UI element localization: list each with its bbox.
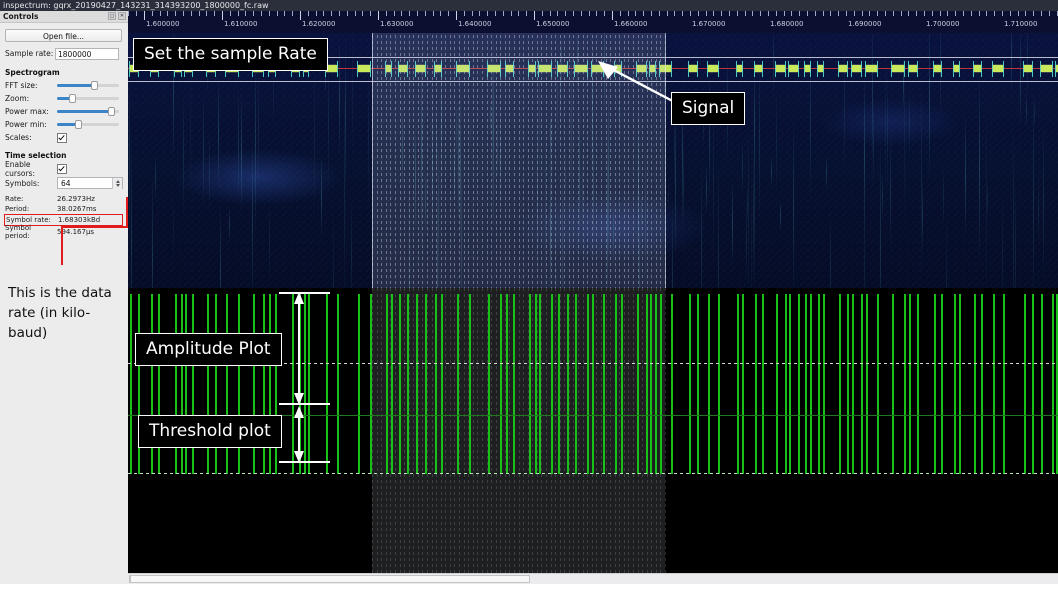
power-min-label: Power min: (5, 120, 47, 129)
spectrogram-section-header: Spectrogram (5, 68, 60, 77)
scales-label: Scales: (5, 133, 32, 142)
inspectrum-window: inspectrum: gqrx_20190427_143231_3143932… (0, 0, 1058, 595)
zoom-row: Zoom: (5, 93, 123, 104)
rate-label: Rate: (5, 195, 24, 203)
power-max-row: Power max: (5, 106, 123, 117)
symbols-stepper-arrows[interactable] (112, 178, 122, 189)
scales-row: Scales: (5, 132, 123, 143)
zoom-slider[interactable] (57, 94, 119, 103)
window-title-bar: inspectrum: gqrx_20190427_143231_3143932… (0, 0, 1058, 11)
symbol-period-row: Symbol period: 594.167µs (5, 224, 123, 240)
window-title: inspectrum: gqrx_20190427_143231_3143932… (3, 1, 269, 10)
symbols-spinbox[interactable]: 64 (57, 177, 123, 189)
zoom-knob[interactable] (69, 94, 77, 103)
rate-value: 26.2973Hz (57, 195, 95, 203)
power-max-label: Power max: (5, 107, 49, 116)
controls-dock-header: Controls ◻ ✕ (0, 11, 128, 23)
sample-rate-label: Sample rate: (5, 49, 54, 58)
symbol-rate-value: 1.68303kBd (58, 216, 101, 224)
bottom-filler (0, 584, 1058, 595)
fft-size-knob[interactable] (91, 81, 99, 90)
callout-amplitude-plot: Amplitude Plot (135, 333, 282, 366)
callout-threshold-plot: Threshold plot (138, 415, 282, 448)
horizontal-scrollbar[interactable] (128, 573, 1058, 584)
open-file-button[interactable]: Open file... (5, 29, 122, 42)
scrollbar-thumb[interactable] (130, 575, 530, 583)
callout-signal: Signal (671, 92, 746, 125)
power-min-knob[interactable] (75, 120, 83, 129)
controls-dock-title: Controls (3, 12, 39, 21)
scales-checkbox[interactable] (57, 132, 67, 143)
symbols-label: Symbols: (5, 178, 40, 188)
dock-window-buttons: ◻ ✕ (108, 12, 126, 20)
symbol-period-value: 594.167µs (57, 228, 95, 236)
fft-size-label: FFT size: (5, 81, 38, 90)
period-row: Period: 38.0267ms (5, 204, 123, 214)
symbol-period-label: Symbol period: (5, 224, 32, 240)
sample-rate-input[interactable]: 1800000 (55, 47, 119, 60)
controls-dock: Controls ◻ ✕ Open file... Sample rate: 1… (0, 11, 128, 584)
enable-cursors-checkbox[interactable] (57, 163, 67, 174)
sample-rate-row: Sample rate: 1800000 (5, 47, 123, 60)
callout-set-sample-rate: Set the sample Rate (133, 38, 328, 71)
data-rate-note: This is the data rate (in kilo-baud) (8, 285, 112, 341)
symbols-row: Symbols: 64 (5, 176, 123, 190)
fft-size-slider[interactable] (57, 81, 119, 90)
waveform-baseline (128, 473, 1058, 474)
zoom-label: Zoom: (5, 94, 30, 103)
symbols-value: 64 (61, 179, 71, 188)
enable-cursors-label: Enable cursors: (5, 159, 35, 178)
power-max-slider[interactable] (57, 107, 119, 116)
close-icon[interactable]: ✕ (118, 12, 126, 20)
controls-dock-body: Open file... Sample rate: 1800000 Spectr… (0, 23, 128, 240)
fft-size-row: FFT size: (5, 80, 123, 91)
power-min-slider[interactable] (57, 120, 119, 129)
power-max-knob[interactable] (107, 107, 115, 116)
period-value: 38.0267ms (57, 205, 97, 213)
power-max-fill (57, 110, 115, 113)
fft-size-fill (57, 84, 96, 87)
enable-cursors-row: Enable cursors: (5, 160, 123, 178)
symbol-rate-label: Symbol rate: (6, 216, 51, 224)
period-label: Period: (5, 205, 30, 213)
frequency-time-ruler[interactable]: 1.600000 1.610000 1.620000 1.630000 1.640000… (128, 11, 1058, 33)
power-min-row: Power min: (5, 119, 123, 130)
rate-row: Rate: 26.2973Hz (5, 194, 123, 204)
plot-area[interactable]: 1.600000 1.610000 1.620000 1.630000 1.640000… (128, 11, 1058, 573)
float-icon[interactable]: ◻ (108, 12, 116, 20)
